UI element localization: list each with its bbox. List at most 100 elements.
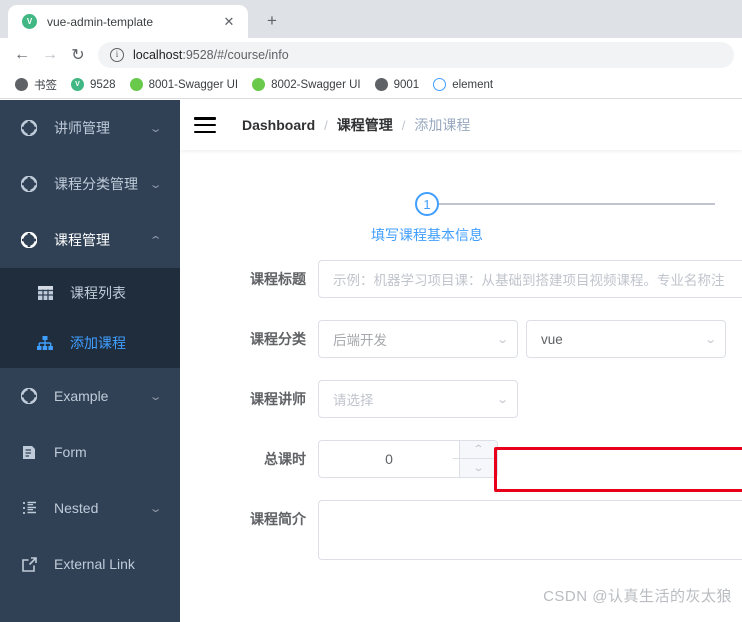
breadcrumb-add-course: 添加课程 xyxy=(414,117,471,133)
table-icon xyxy=(36,284,54,302)
label-course-teacher: 课程讲师 xyxy=(250,391,306,407)
sidebar-item-teacher-mgmt[interactable]: 讲师管理 ⌄ xyxy=(0,100,180,156)
bookmark-label: 8002-Swagger UI xyxy=(271,78,361,91)
form-row-title: 课程标题 示例：机器学习项目课：从基础到搭建项目视频课程。专业名称注 xyxy=(230,260,742,298)
sidebar-submenu-course: 课程列表 添加课程 xyxy=(0,268,180,368)
sidebar-item-label: 课程列表 xyxy=(70,285,126,301)
form-row-category: 课程分类 后端开发 ⌄ vue ⌄ xyxy=(230,320,742,358)
step-connector-line xyxy=(439,203,715,205)
chevron-down-icon: ⌄ xyxy=(148,122,163,135)
breadcrumb-dashboard[interactable]: Dashboard xyxy=(242,117,315,133)
bookmark-label: 8001-Swagger UI xyxy=(148,78,239,91)
browser-toolbar: ← → ↻ i localhost :9528/#/course/info xyxy=(0,38,742,71)
stepper-increase-icon[interactable]: ⌃ xyxy=(452,441,497,459)
sidebar-item-form[interactable]: Form xyxy=(0,424,180,480)
control-course-category: 后端开发 ⌄ vue ⌄ xyxy=(318,320,742,358)
swagger-icon xyxy=(129,78,143,91)
sidebar-item-label: Example xyxy=(54,388,109,404)
address-bar[interactable]: i localhost :9528/#/course/info xyxy=(98,41,734,68)
vue-logo-icon: V xyxy=(22,14,37,29)
category-parent-select[interactable]: 后端开发 ⌄ xyxy=(318,320,518,358)
lesson-count-value[interactable]: 0 xyxy=(319,441,459,477)
breadcrumb-course-mgmt[interactable]: 课程管理 xyxy=(337,115,393,135)
bookmark-item[interactable]: 8002-Swagger UI xyxy=(245,74,368,96)
bookmark-label: 书签 xyxy=(34,79,57,92)
chevron-up-icon: ⌃ xyxy=(148,234,163,247)
course-description-editor[interactable] xyxy=(318,500,742,560)
vue-icon: V xyxy=(71,78,84,91)
bookmark-item[interactable]: 9001 xyxy=(368,74,427,96)
control-course-description xyxy=(318,500,742,560)
sidebar-item-course-list[interactable]: 课程列表 xyxy=(0,268,180,318)
reload-icon[interactable]: ↻ xyxy=(64,41,92,69)
bookmark-item[interactable]: element xyxy=(426,74,500,96)
form-row-description: 课程简介 xyxy=(230,500,742,560)
globe-icon xyxy=(374,78,388,91)
label-course-description: 课程简介 xyxy=(250,511,306,527)
sidebar-item-label: 添加课程 xyxy=(70,335,126,351)
component-icon xyxy=(20,231,38,249)
csdn-watermark: CSDN @认真生活的灰太狼 xyxy=(543,588,732,605)
sidebar: 讲师管理 ⌄ 课程分类管理 ⌄ 课程管理 ⌃ 课程列表 添加课程 Example… xyxy=(0,100,180,622)
course-info-form: 课程标题 示例：机器学习项目课：从基础到搭建项目视频课程。专业名称注 课程分类 … xyxy=(180,254,742,560)
component-icon xyxy=(20,387,38,405)
forward-icon[interactable]: → xyxy=(36,41,64,69)
sidebar-item-label: 课程管理 xyxy=(54,232,110,248)
new-tab-button[interactable]: + xyxy=(258,7,286,35)
chevron-down-icon: ⌄ xyxy=(148,178,163,191)
course-title-input[interactable]: 示例：机器学习项目课：从基础到搭建项目视频课程。专业名称注 xyxy=(318,260,742,298)
sidebar-item-label: Form xyxy=(54,444,87,460)
nested-icon xyxy=(20,499,38,517)
control-course-title: 示例：机器学习项目课：从基础到搭建项目视频课程。专业名称注 xyxy=(318,260,742,298)
category-child-select[interactable]: vue ⌄ xyxy=(526,320,726,358)
step-1: 1 填写课程基本信息 xyxy=(371,192,715,245)
step-title: 填写课程基本信息 xyxy=(371,227,483,243)
step-number-badge: 1 xyxy=(415,192,439,216)
main-area: Dashboard / 课程管理 / 添加课程 1 填写课程基本信息 课程标题 … xyxy=(180,100,742,622)
sidebar-item-external-link[interactable]: External Link xyxy=(0,536,180,592)
sidebar-item-add-course[interactable]: 添加课程 xyxy=(0,318,180,368)
site-info-icon[interactable]: i xyxy=(110,47,124,62)
hamburger-icon[interactable] xyxy=(194,117,216,133)
bookmark-item[interactable]: V 9528 xyxy=(64,74,123,96)
sidebar-item-example[interactable]: Example ⌄ xyxy=(0,368,180,424)
close-icon[interactable]: ✕ xyxy=(220,13,238,31)
component-icon xyxy=(20,119,38,137)
bookmark-label: element xyxy=(452,78,494,91)
sidebar-item-category-mgmt[interactable]: 课程分类管理 ⌄ xyxy=(0,156,180,212)
browser-tab[interactable]: V vue-admin-template ✕ xyxy=(8,5,248,38)
teacher-select-value: 请选择 xyxy=(333,393,374,408)
bookmark-item[interactable]: 8001-Swagger UI xyxy=(123,74,246,96)
top-navbar: Dashboard / 课程管理 / 添加课程 xyxy=(180,100,742,150)
breadcrumb: Dashboard / 课程管理 / 添加课程 xyxy=(242,115,470,135)
chevron-down-icon: ⌄ xyxy=(495,333,509,346)
control-course-teacher: 请选择 ⌄ xyxy=(318,380,742,418)
sidebar-item-label: 讲师管理 xyxy=(54,120,110,136)
chevron-down-icon: ⌄ xyxy=(148,502,163,515)
page-content: 1 填写课程基本信息 课程标题 示例：机器学习项目课：从基础到搭建项目视频课程。… xyxy=(180,150,742,622)
back-icon[interactable]: ← xyxy=(8,41,36,69)
browser-window: V vue-admin-template ✕ + ← → ↻ i localho… xyxy=(0,0,742,622)
external-link-icon xyxy=(20,555,38,573)
component-icon xyxy=(20,175,38,193)
url-host: localhost xyxy=(133,47,183,62)
stepper-buttons: ⌃ ⌄ xyxy=(452,441,497,477)
app-root: 讲师管理 ⌄ 课程分类管理 ⌄ 课程管理 ⌃ 课程列表 添加课程 Example… xyxy=(0,100,742,622)
teacher-select[interactable]: 请选择 ⌄ xyxy=(318,380,518,418)
bookmark-item[interactable]: 书签 xyxy=(8,74,64,96)
stepper-decrease-icon[interactable]: ⌄ xyxy=(453,459,497,477)
sidebar-item-course-mgmt[interactable]: 课程管理 ⌃ xyxy=(0,212,180,268)
breadcrumb-separator: / xyxy=(324,117,328,133)
category-child-value: vue xyxy=(541,331,563,347)
breadcrumb-separator: / xyxy=(401,117,406,133)
sidebar-item-label: 课程分类管理 xyxy=(54,176,138,192)
sidebar-item-nested[interactable]: Nested ⌄ xyxy=(0,480,180,536)
tree-icon xyxy=(36,334,54,352)
bookmarks-bar: 书签 V 9528 8001-Swagger UI 8002-Swagger U… xyxy=(0,71,742,99)
step-head: 1 xyxy=(415,192,715,216)
chevron-down-icon: ⌄ xyxy=(495,393,509,406)
label-total-lessons: 总课时 xyxy=(264,451,306,467)
label-course-title: 课程标题 xyxy=(250,271,306,287)
lesson-count-stepper[interactable]: 0 ⌃ ⌄ xyxy=(318,440,498,478)
bookmark-label: 9528 xyxy=(90,78,116,91)
